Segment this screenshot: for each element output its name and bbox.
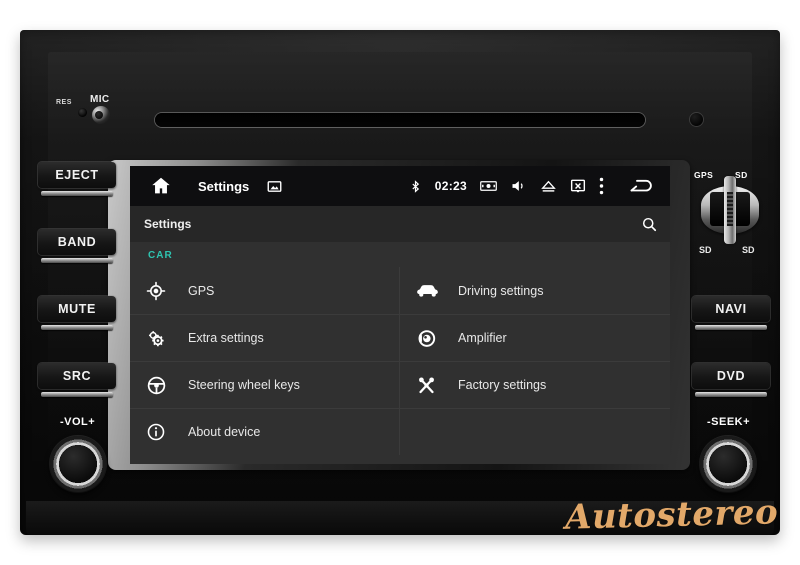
settings-item-factory-settings[interactable]: Factory settings <box>400 361 670 408</box>
sd-symbol-left: SD <box>699 245 712 255</box>
settings-item-extra-settings[interactable]: Extra settings <box>130 314 399 361</box>
screenshot-canvas: RES MIC Settings 02:23 Settings CAR GPS … <box>0 0 800 565</box>
microphone <box>92 106 110 124</box>
status-bar: Settings 02:23 <box>130 166 670 206</box>
band-button-indicator <box>41 258 113 263</box>
settings-empty-cell <box>400 408 670 455</box>
settings-body: CAR GPS Extra settings Steering wheel ke… <box>130 242 670 464</box>
volume-knob[interactable] <box>50 436 106 492</box>
steering-wheel-icon <box>146 375 188 396</box>
status-bar-title: Settings <box>198 178 250 194</box>
overflow-menu-icon[interactable] <box>599 177 604 195</box>
settings-item-driving-settings[interactable]: Driving settings <box>400 267 670 314</box>
clock: 02:23 <box>434 179 467 193</box>
settings-column-right: Driving settings Amplifier Factory setti… <box>400 267 670 455</box>
settings-grid: GPS Extra settings Steering wheel keys A… <box>130 267 670 455</box>
picture-icon[interactable] <box>267 179 282 194</box>
mute-button-indicator <box>41 325 113 330</box>
eject-icon[interactable] <box>540 179 557 194</box>
src-button[interactable]: SRC <box>38 363 116 389</box>
ir-sensor <box>690 113 703 126</box>
eject-button[interactable]: EJECT <box>38 162 116 188</box>
settings-item-amplifier[interactable]: Amplifier <box>400 314 670 361</box>
disc-slot[interactable] <box>155 113 645 127</box>
src-button-indicator <box>41 392 113 397</box>
settings-item-label: Factory settings <box>458 378 547 392</box>
settings-item-label: GPS <box>188 283 215 298</box>
amplifier-icon <box>416 328 458 349</box>
action-bar: Settings <box>130 206 670 242</box>
settings-item-label: About device <box>188 425 261 439</box>
bluetooth-icon[interactable] <box>409 179 422 194</box>
mic-label: MIC <box>90 94 110 105</box>
settings-item-gps[interactable]: GPS <box>130 267 399 314</box>
gps-icon <box>146 281 188 301</box>
reset-label: RES <box>56 99 72 106</box>
settings-item-label: Amplifier <box>458 331 507 345</box>
reset-pinhole[interactable] <box>78 108 87 117</box>
about-device-icon <box>146 422 188 442</box>
dvd-button[interactable]: DVD <box>692 363 770 389</box>
settings-item-label: Extra settings <box>188 331 264 345</box>
dvd-button-indicator <box>695 392 767 397</box>
navi-button[interactable]: NAVI <box>692 296 770 322</box>
camera-icon[interactable] <box>480 179 497 193</box>
status-icon-tray: 02:23 <box>409 177 662 195</box>
lcd-screen[interactable]: Settings 02:23 Settings CAR GPS Extra se… <box>130 166 670 464</box>
settings-column-left: GPS Extra settings Steering wheel keys A… <box>130 267 400 455</box>
eject-button-indicator <box>41 191 113 196</box>
car-icon <box>416 282 458 300</box>
settings-item-about-device[interactable]: About device <box>130 408 399 455</box>
category-header-car: CAR <box>148 250 173 261</box>
settings-item-steering-wheel-keys[interactable]: Steering wheel keys <box>130 361 399 408</box>
back-icon[interactable] <box>629 177 654 195</box>
watermark: Autostereo <box>564 492 779 538</box>
factory-settings-icon <box>416 375 458 396</box>
mute-button[interactable]: MUTE <box>38 296 116 322</box>
seek-knob-label: -SEEK+ <box>707 416 751 428</box>
settings-item-label: Steering wheel keys <box>188 378 300 392</box>
volume-knob-label: -VOL+ <box>60 416 96 428</box>
extra-settings-icon <box>146 328 188 349</box>
screen-off-icon[interactable] <box>570 178 586 194</box>
sd-symbol-right: SD <box>742 245 755 255</box>
search-icon[interactable] <box>641 216 658 233</box>
navi-button-indicator <box>695 325 767 330</box>
seek-knob[interactable] <box>700 436 756 492</box>
card-slot-assembly[interactable] <box>697 176 763 244</box>
band-button[interactable]: BAND <box>38 229 116 255</box>
home-icon[interactable] <box>150 175 172 197</box>
action-bar-title: Settings <box>144 217 192 231</box>
settings-item-label: Driving settings <box>458 283 544 298</box>
volume-icon[interactable] <box>510 178 527 194</box>
